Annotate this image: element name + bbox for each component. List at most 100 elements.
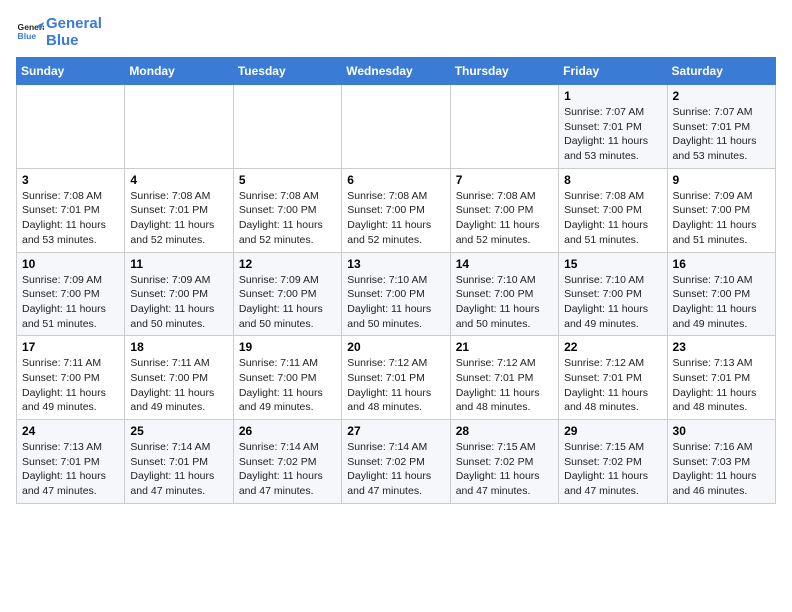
calendar-cell (342, 85, 450, 169)
calendar-cell: 9 Sunrise: 7:09 AMSunset: 7:00 PMDaylight… (667, 168, 775, 252)
day-info: Sunrise: 7:07 AMSunset: 7:01 PMDaylight:… (673, 105, 770, 164)
calendar-cell (125, 85, 233, 169)
day-info: Sunrise: 7:08 AMSunset: 7:01 PMDaylight:… (22, 189, 119, 248)
day-number: 4 (130, 173, 227, 187)
day-info: Sunrise: 7:10 AMSunset: 7:00 PMDaylight:… (456, 273, 553, 332)
page-header: General Blue General Blue (16, 16, 776, 49)
day-info: Sunrise: 7:08 AMSunset: 7:00 PMDaylight:… (456, 189, 553, 248)
calendar-cell: 26 Sunrise: 7:14 AMSunset: 7:02 PMDayligh… (233, 420, 341, 504)
day-number: 9 (673, 173, 770, 187)
weekday-header: Monday (125, 58, 233, 85)
calendar-cell: 30Sunrise: 7:16 AMSunset: 7:03 PMDayligh… (667, 420, 775, 504)
weekday-header: Friday (559, 58, 667, 85)
calendar-cell: 8Sunrise: 7:08 AMSunset: 7:00 PMDaylight… (559, 168, 667, 252)
calendar-cell: 2 Sunrise: 7:07 AMSunset: 7:01 PMDaylight… (667, 85, 775, 169)
day-number: 22 (564, 340, 661, 354)
calendar-cell: 27 Sunrise: 7:14 AMSunset: 7:02 PMDayligh… (342, 420, 450, 504)
day-info: Sunrise: 7:14 AMSunset: 7:02 PMDaylight:… (239, 440, 336, 499)
calendar-cell: 5 Sunrise: 7:08 AMSunset: 7:00 PMDaylight… (233, 168, 341, 252)
logo: General Blue General Blue (16, 16, 102, 49)
day-info: Sunrise: 7:14 AMSunset: 7:01 PMDaylight:… (130, 440, 227, 499)
weekday-header: Saturday (667, 58, 775, 85)
day-info: Sunrise: 7:09 AMSunset: 7:00 PMDaylight:… (130, 273, 227, 332)
calendar-week-row: 3 Sunrise: 7:08 AMSunset: 7:01 PMDaylight… (17, 168, 776, 252)
calendar-cell: 10Sunrise: 7:09 AMSunset: 7:00 PMDayligh… (17, 252, 125, 336)
day-info: Sunrise: 7:10 AMSunset: 7:00 PMDaylight:… (347, 273, 444, 332)
day-number: 20 (347, 340, 444, 354)
day-info: Sunrise: 7:15 AMSunset: 7:02 PMDaylight:… (456, 440, 553, 499)
day-number: 17 (22, 340, 119, 354)
calendar-cell: 14 Sunrise: 7:10 AMSunset: 7:00 PMDayligh… (450, 252, 558, 336)
day-info: Sunrise: 7:12 AMSunset: 7:01 PMDaylight:… (347, 356, 444, 415)
calendar-cell (17, 85, 125, 169)
weekday-header: Sunday (17, 58, 125, 85)
day-number: 12 (239, 257, 336, 271)
day-number: 3 (22, 173, 119, 187)
day-number: 24 (22, 424, 119, 438)
calendar-cell: 28 Sunrise: 7:15 AMSunset: 7:02 PMDayligh… (450, 420, 558, 504)
day-info: Sunrise: 7:13 AMSunset: 7:01 PMDaylight:… (22, 440, 119, 499)
day-info: Sunrise: 7:14 AMSunset: 7:02 PMDaylight:… (347, 440, 444, 499)
calendar-cell: 23 Sunrise: 7:13 AMSunset: 7:01 PMDayligh… (667, 336, 775, 420)
day-info: Sunrise: 7:10 AMSunset: 7:00 PMDaylight:… (673, 273, 770, 332)
calendar-header-row: SundayMondayTuesdayWednesdayThursdayFrid… (17, 58, 776, 85)
day-info: Sunrise: 7:09 AMSunset: 7:00 PMDaylight:… (22, 273, 119, 332)
calendar-cell: 6Sunrise: 7:08 AMSunset: 7:00 PMDaylight… (342, 168, 450, 252)
day-info: Sunrise: 7:13 AMSunset: 7:01 PMDaylight:… (673, 356, 770, 415)
calendar-cell: 21 Sunrise: 7:12 AMSunset: 7:01 PMDayligh… (450, 336, 558, 420)
calendar-cell: 12 Sunrise: 7:09 AMSunset: 7:00 PMDayligh… (233, 252, 341, 336)
day-number: 6 (347, 173, 444, 187)
day-info: Sunrise: 7:07 AMSunset: 7:01 PMDaylight:… (564, 105, 661, 164)
day-number: 2 (673, 89, 770, 103)
day-number: 16 (673, 257, 770, 271)
calendar-week-row: 24 Sunrise: 7:13 AMSunset: 7:01 PMDayligh… (17, 420, 776, 504)
day-info: Sunrise: 7:09 AMSunset: 7:00 PMDaylight:… (239, 273, 336, 332)
calendar-cell: 25 Sunrise: 7:14 AMSunset: 7:01 PMDayligh… (125, 420, 233, 504)
day-info: Sunrise: 7:08 AMSunset: 7:00 PMDaylight:… (239, 189, 336, 248)
calendar-cell: 11 Sunrise: 7:09 AMSunset: 7:00 PMDayligh… (125, 252, 233, 336)
calendar-week-row: 10Sunrise: 7:09 AMSunset: 7:00 PMDayligh… (17, 252, 776, 336)
day-number: 11 (130, 257, 227, 271)
calendar-cell: 29 Sunrise: 7:15 AMSunset: 7:02 PMDayligh… (559, 420, 667, 504)
day-info: Sunrise: 7:09 AMSunset: 7:00 PMDaylight:… (673, 189, 770, 248)
calendar-week-row: 17 Sunrise: 7:11 AMSunset: 7:00 PMDayligh… (17, 336, 776, 420)
logo-icon: General Blue (16, 19, 44, 47)
day-number: 14 (456, 257, 553, 271)
day-number: 25 (130, 424, 227, 438)
day-info: Sunrise: 7:11 AMSunset: 7:00 PMDaylight:… (22, 356, 119, 415)
day-info: Sunrise: 7:12 AMSunset: 7:01 PMDaylight:… (456, 356, 553, 415)
calendar-cell: 15 Sunrise: 7:10 AMSunset: 7:00 PMDayligh… (559, 252, 667, 336)
calendar-cell: 16 Sunrise: 7:10 AMSunset: 7:00 PMDayligh… (667, 252, 775, 336)
calendar-cell (450, 85, 558, 169)
calendar-cell: 13Sunrise: 7:10 AMSunset: 7:00 PMDayligh… (342, 252, 450, 336)
calendar-table: SundayMondayTuesdayWednesdayThursdayFrid… (16, 57, 776, 504)
day-info: Sunrise: 7:15 AMSunset: 7:02 PMDaylight:… (564, 440, 661, 499)
day-number: 28 (456, 424, 553, 438)
day-number: 18 (130, 340, 227, 354)
day-number: 7 (456, 173, 553, 187)
day-info: Sunrise: 7:10 AMSunset: 7:00 PMDaylight:… (564, 273, 661, 332)
day-number: 5 (239, 173, 336, 187)
day-info: Sunrise: 7:11 AMSunset: 7:00 PMDaylight:… (130, 356, 227, 415)
day-info: Sunrise: 7:12 AMSunset: 7:01 PMDaylight:… (564, 356, 661, 415)
calendar-cell (233, 85, 341, 169)
day-number: 21 (456, 340, 553, 354)
day-number: 27 (347, 424, 444, 438)
day-number: 30 (673, 424, 770, 438)
day-info: Sunrise: 7:08 AMSunset: 7:01 PMDaylight:… (130, 189, 227, 248)
day-number: 19 (239, 340, 336, 354)
day-number: 1 (564, 89, 661, 103)
day-number: 26 (239, 424, 336, 438)
calendar-cell: 3 Sunrise: 7:08 AMSunset: 7:01 PMDaylight… (17, 168, 125, 252)
calendar-week-row: 1 Sunrise: 7:07 AMSunset: 7:01 PMDaylight… (17, 85, 776, 169)
day-info: Sunrise: 7:11 AMSunset: 7:00 PMDaylight:… (239, 356, 336, 415)
day-number: 15 (564, 257, 661, 271)
calendar-cell: 24 Sunrise: 7:13 AMSunset: 7:01 PMDayligh… (17, 420, 125, 504)
day-number: 29 (564, 424, 661, 438)
day-number: 8 (564, 173, 661, 187)
weekday-header: Thursday (450, 58, 558, 85)
weekday-header: Tuesday (233, 58, 341, 85)
logo-subtext: Blue (46, 33, 102, 50)
day-number: 23 (673, 340, 770, 354)
calendar-cell: 4 Sunrise: 7:08 AMSunset: 7:01 PMDaylight… (125, 168, 233, 252)
